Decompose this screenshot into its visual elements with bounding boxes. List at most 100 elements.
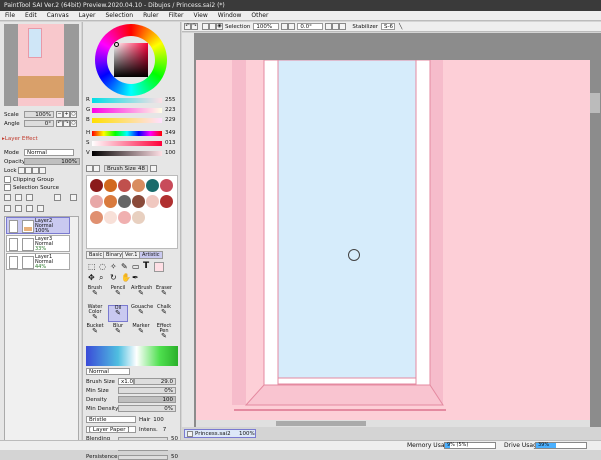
hand-icon[interactable]: ✋ <box>121 273 131 282</box>
tool-effect-pen[interactable]: Effect Pen ✎ <box>154 324 174 341</box>
menu-edit[interactable]: Edit <box>20 11 42 20</box>
v-slider[interactable] <box>92 150 162 156</box>
menu-view[interactable]: View <box>188 11 212 20</box>
zoom-icon[interactable]: ⌕ <box>99 273 103 283</box>
tool-brush[interactable]: Brush ✎ <box>85 286 105 303</box>
h-slider[interactable] <box>92 130 162 136</box>
zoom-minus-icon[interactable] <box>281 23 289 30</box>
min-size-slider[interactable]: 0% <box>118 387 176 394</box>
menu-selection[interactable]: Selection <box>100 11 138 20</box>
b-slider[interactable] <box>92 117 162 123</box>
brush-mode-select[interactable]: Normal <box>86 368 130 375</box>
color-swatch[interactable] <box>146 179 159 192</box>
invert-selection-icon[interactable] <box>209 23 216 30</box>
tool-marker[interactable]: Marker ✎ <box>131 324 151 341</box>
menu-filter[interactable]: Filter <box>164 11 189 20</box>
menu-other[interactable]: Other <box>246 11 273 20</box>
clipping-row[interactable]: Clipping Group <box>4 176 54 183</box>
lock-transparency-icon[interactable] <box>18 167 25 174</box>
eyedropper-icon[interactable]: ✒ <box>132 273 139 282</box>
merge-down-icon[interactable] <box>15 205 22 212</box>
menu-file[interactable]: File <box>0 11 20 20</box>
tool-bucket[interactable]: Bucket ✎ <box>85 324 105 341</box>
zoom-plus-icon[interactable] <box>288 23 296 30</box>
selection-source-checkbox[interactable] <box>4 184 11 191</box>
brush-size-field[interactable]: Brush Size 48 <box>104 165 148 172</box>
tool-water-color[interactable]: Water Color ✎ <box>85 305 105 322</box>
rotate-left-button[interactable]: ↶ <box>56 120 63 127</box>
stabilizer-select[interactable]: S-6 <box>381 23 395 30</box>
rotate-right-button[interactable]: ↷ <box>63 120 70 127</box>
tool-oil[interactable]: Oil ✎ <box>108 305 128 322</box>
tab-artistic[interactable]: Artistic <box>139 251 163 259</box>
layer-item[interactable]: Layer3 Normal 33% <box>6 235 70 252</box>
zoom-out-button[interactable]: − <box>56 111 63 118</box>
rotate-icon[interactable]: ↻ <box>110 273 117 282</box>
palette-swatch-icon[interactable] <box>86 165 93 172</box>
menu-canvas[interactable]: Canvas <box>42 11 74 20</box>
move-icon[interactable]: ✥ <box>88 273 95 282</box>
color-swatch[interactable] <box>90 179 103 192</box>
scratchpad[interactable] <box>86 175 178 249</box>
horizontal-scrollbar[interactable] <box>196 420 590 427</box>
rotate-reset-button[interactable]: ○ <box>70 120 77 127</box>
color-swatch[interactable] <box>90 211 103 224</box>
persistence-slider[interactable] <box>118 454 168 460</box>
angle-field[interactable]: 0° <box>24 120 54 127</box>
select-eraser-icon[interactable]: ▭ <box>132 262 140 271</box>
magic-wand-icon[interactable]: ✧ <box>110 262 117 271</box>
lasso-icon[interactable]: ◌ <box>99 262 106 271</box>
eraser-layer-icon[interactable] <box>54 194 61 201</box>
brush-size-slider[interactable]: 29.0 <box>134 378 176 385</box>
selection-visibility-icon[interactable]: ◉ <box>216 23 223 30</box>
vertical-scrollbar[interactable] <box>590 93 600 113</box>
rotate-ccw-icon[interactable] <box>325 23 333 30</box>
canvas-area[interactable] <box>182 33 601 427</box>
min-density-slider[interactable]: 0% <box>118 405 176 412</box>
color-swatch[interactable] <box>118 211 131 224</box>
menu-ruler[interactable]: Ruler <box>138 11 164 20</box>
color-swatch[interactable] <box>160 179 173 192</box>
zoom-reset-button[interactable]: ○ <box>70 111 77 118</box>
brush-size-up-icon[interactable] <box>150 165 157 172</box>
color-wheel[interactable] <box>95 24 167 96</box>
s-slider[interactable] <box>92 140 162 146</box>
undo-icon[interactable]: ↶ <box>184 23 191 30</box>
color-swatch[interactable] <box>118 179 131 192</box>
layer-item[interactable]: Layer2 Normal 100% <box>6 217 70 234</box>
fill-layer-icon[interactable] <box>70 194 77 201</box>
angle-select[interactable]: 0.0° <box>297 23 324 30</box>
mode-select[interactable]: Normal <box>24 149 74 156</box>
tool-gouache[interactable]: Gouache ✎ <box>131 305 153 322</box>
color-swatch[interactable] <box>146 195 159 208</box>
color-swatch[interactable] <box>160 195 173 208</box>
primary-color-icon[interactable] <box>154 262 164 272</box>
paper-select[interactable]: [ Layer Paper ] <box>86 426 136 433</box>
selection-source-row[interactable]: Selection Source <box>4 184 59 191</box>
color-swatch[interactable] <box>90 195 103 208</box>
layer-visibility-icon[interactable] <box>9 256 18 269</box>
density-slider[interactable]: 100 <box>118 396 176 403</box>
layer-visibility-icon[interactable] <box>9 238 18 251</box>
color-swatch[interactable] <box>132 211 145 224</box>
navigator-preview[interactable] <box>4 24 79 106</box>
color-swatch[interactable] <box>132 195 145 208</box>
g-slider[interactable] <box>92 107 162 113</box>
opacity-slider[interactable]: 100% <box>24 158 80 165</box>
layer-item[interactable]: Layer1 Normal 44% <box>6 253 70 270</box>
brush-size-mult[interactable]: x1.0 <box>118 378 134 385</box>
rotate-cw-icon[interactable] <box>332 23 340 30</box>
tool-airbrush[interactable]: AirBrush ✎ <box>131 286 152 303</box>
tool-blur[interactable]: Blur ✎ <box>108 324 128 341</box>
lock-pen-icon[interactable] <box>25 167 32 174</box>
tool-eraser[interactable]: Eraser ✎ <box>154 286 174 303</box>
menu-layer[interactable]: Layer <box>74 11 101 20</box>
tab-ver1[interactable]: Ver.1 <box>122 251 141 259</box>
lock-move-icon[interactable] <box>32 167 39 174</box>
r-slider[interactable] <box>92 97 162 103</box>
tool-pencil[interactable]: Pencil ✎ <box>108 286 128 303</box>
redo-icon[interactable]: ↷ <box>191 23 198 30</box>
color-swatch[interactable] <box>104 195 117 208</box>
tool-chalk[interactable]: Chalk ✎ <box>154 305 174 322</box>
rect-select-icon[interactable]: ⬚ <box>88 262 96 271</box>
